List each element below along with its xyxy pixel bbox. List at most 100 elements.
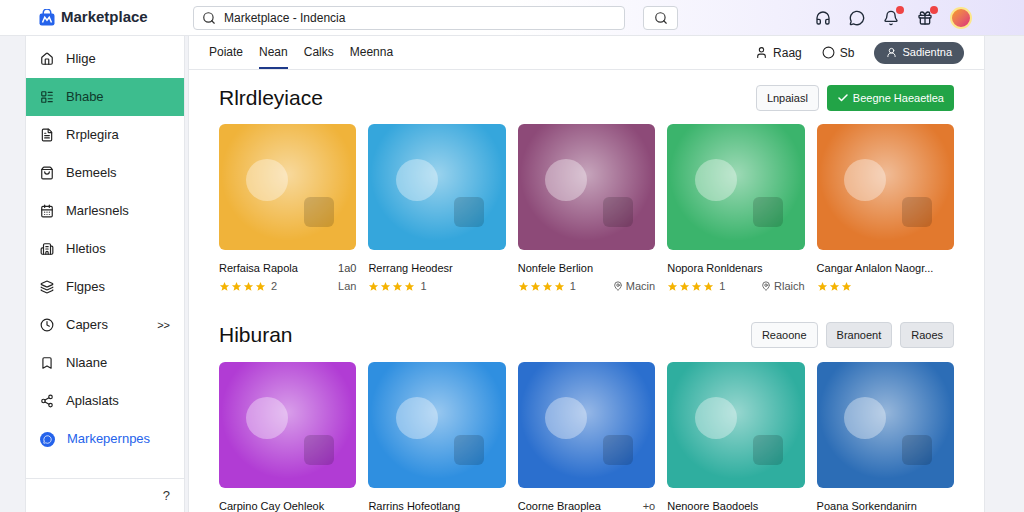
check-icon [837,92,849,104]
rating: 2 [219,278,277,295]
bookmark-icon [40,356,54,370]
star-icon [703,281,714,292]
app-title: Cangar Anlalon Naogr... [817,260,934,276]
app-thumbnail[interactable] [667,362,804,488]
app-thumbnail[interactable] [667,124,804,250]
logo[interactable]: Marketplace [0,6,193,29]
sidebar-item[interactable]: Rrplegira [26,116,184,154]
help-button[interactable]: ? [163,486,170,506]
rating-count: 1 [719,278,725,295]
sidebar-item[interactable]: Flgpes [26,268,184,306]
sidebar-item[interactable]: Bhabe [26,78,184,116]
app-thumbnail[interactable] [219,362,356,488]
app-thumbnail[interactable] [817,362,954,488]
sidebar-footer: ? [26,478,184,512]
tab[interactable]: Nean [259,36,288,69]
clock-icon [40,318,54,332]
star-icon [554,281,565,292]
tab[interactable]: Poiate [209,36,243,69]
app-title: Nopora Ronldenars [667,260,762,276]
filter-button[interactable]: Raoes [900,322,954,348]
home-icon [40,52,54,66]
expand-indicator[interactable]: >> [157,317,170,334]
app-thumbnail[interactable] [219,124,356,250]
star-icon [231,281,242,292]
tab[interactable]: Meenna [350,36,393,69]
primary-button[interactable]: Beegne Haeaetlea [827,85,954,111]
top-bar: MarketplaceMarketplace - Indencia [0,0,1024,36]
app-title: Nenoore Baodoels [667,498,758,512]
star-icon [392,281,403,292]
app: MarketplaceMarketplace - Indencia HligeBh… [0,0,1024,512]
app-card[interactable]: Nenoore Baodoels [667,362,804,512]
sidebar-item[interactable]: Bemeels [26,154,184,192]
filter-button[interactable]: Branoent [826,322,893,348]
outline-button[interactable]: Reaoone [751,322,818,348]
app-tag: Lan [338,278,356,295]
search-button[interactable] [643,6,678,30]
star-icon [219,281,230,292]
account-button[interactable]: Sadientna [874,42,964,64]
search-field[interactable]: Marketplace - Indencia [193,6,625,30]
app-card[interactable]: Nopora Ronldenars1Rlaich [667,124,804,294]
app-card[interactable]: Rerfaisa Rapola1a02Lan [219,124,356,294]
sidebar-item[interactable]: Markepernpes [26,420,184,458]
tab[interactable]: Calks [304,36,334,69]
status-filter[interactable]: Sb [822,44,855,62]
share-icon [40,394,54,408]
sidebar-item[interactable]: Nlaane [26,344,184,382]
user-filter[interactable]: Raag [755,44,802,62]
app-thumbnail[interactable] [368,362,505,488]
app-thumbnail[interactable] [817,124,954,250]
app-card[interactable]: Poana Sorkendanirn [817,362,954,512]
star-icon [518,281,529,292]
star-icon [255,281,266,292]
app-title: Nonfele Berlion [518,260,593,276]
sidebar-item[interactable]: Aplaslats [26,382,184,420]
pin-icon [761,281,771,291]
star-icon [679,281,690,292]
main-panel: Poiate Nean Calks Meenna Raag Sb Sadientna Rlrd… [188,36,985,512]
app-thumbnail[interactable] [518,362,655,488]
toolbar-button[interactable] [814,9,832,27]
app-section: Hiburan Reaoone Branoent Raoes Carpino Cay O… [219,320,954,512]
star-icon [404,281,415,292]
star-icon [530,281,541,292]
sidebar-item[interactable]: Hlige [26,40,184,78]
sidebar-item[interactable]: Capers>> [26,306,184,344]
star-icon [841,281,852,292]
app-card[interactable]: Cangar Anlalon Naogr... [817,124,954,294]
outline-button[interactable]: Lnpaiasl [756,85,819,111]
star-icon [542,281,553,292]
toolbar-button[interactable] [916,9,934,27]
user-icon [755,46,768,59]
app-card[interactable]: Carpino Cay Oehleok [219,362,356,512]
rating: 1 [368,278,426,295]
toolbar-button[interactable] [882,9,900,27]
app-card[interactable]: Nonfele Berlion1Macin [518,124,655,294]
sidebar-item[interactable]: Hletios [26,230,184,268]
avatar[interactable] [950,7,972,29]
search-icon [202,11,216,25]
search-icon [654,11,668,25]
calendar-icon [40,204,54,218]
star-icon [817,281,828,292]
rating-count: 1 [570,278,576,295]
app-card[interactable]: Rarrins Hofeotlang [368,362,505,512]
app-thumbnail[interactable] [518,124,655,250]
toolbar-button[interactable] [848,9,866,27]
layers-icon [40,280,54,294]
star-icon [368,281,379,292]
app-card[interactable]: Rerrang Heodesr1 [368,124,505,294]
section-title: Hiburan [219,319,293,351]
rating: 1 [667,278,725,295]
logo-icon [38,9,56,27]
star-icon [829,281,840,292]
message-icon [849,10,865,26]
app-thumbnail[interactable] [368,124,505,250]
notification-badge [930,6,938,14]
section-title: Rlrdleyiace [219,82,323,114]
list-icon [40,90,54,104]
app-card[interactable]: Coorne Braoplea+o [518,362,655,512]
sidebar-item[interactable]: Marlesnels [26,192,184,230]
